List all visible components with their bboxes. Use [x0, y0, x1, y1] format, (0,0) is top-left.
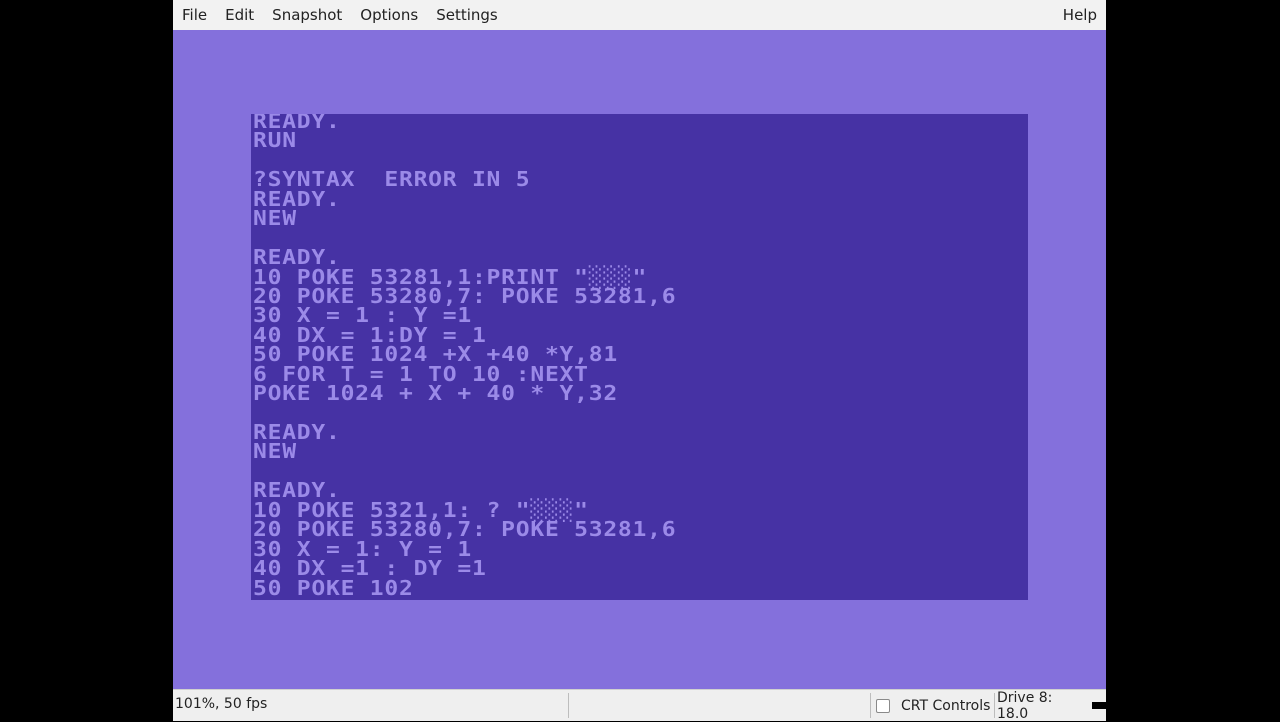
drive-led-icon [1092, 702, 1106, 709]
menubar: File Edit Snapshot Options Settings Help [173, 0, 1106, 30]
screen-line: READY. [253, 421, 341, 445]
statusbar: 101%, 50 fps CRT Controls Drive 8: 18.0 [173, 689, 1106, 722]
screen-line: 30 X = 1: Y = 1 [253, 538, 472, 561]
menu-snapshot[interactable]: Snapshot [263, 0, 351, 30]
c64-screen[interactable]: READY. RUN ?SYNTAX ERROR IN 5 READY. NEW READ… [251, 114, 1028, 600]
screen-line [253, 231, 676, 248]
screen-line: NEW [253, 207, 297, 231]
crt-controls-label: CRT Controls [901, 697, 991, 714]
screen-line: 10 POKE 53281,1:PRINT "░░░" [253, 265, 648, 289]
screen-line: 20 POKE 53280,7: POKE 53281,6 [253, 518, 677, 542]
menu-help[interactable]: Help [1054, 0, 1106, 30]
status-divider [568, 693, 569, 718]
menu-options[interactable]: Options [351, 0, 427, 30]
screen-line: 30 X = 1 : Y =1 [253, 304, 472, 328]
emulator-window: File Edit Snapshot Options Settings Help… [173, 0, 1106, 722]
menu-file[interactable]: File [173, 0, 216, 30]
screen-line: POKE 1024 + X + 40 * Y,32 [253, 382, 618, 406]
screen-line: 6 FOR T = 1 TO 10 :NEXT [253, 363, 589, 387]
status-divider [994, 693, 995, 718]
screen-line: ?SYNTAX ERROR IN 5 [253, 168, 531, 192]
crt-controls-checkbox[interactable] [876, 698, 890, 713]
screen-line: 10 POKE 5321,1: ? "░░░" [253, 499, 589, 523]
drive-status: Drive 8: 18.0 [997, 689, 1106, 722]
screen-line: READY. [253, 246, 341, 270]
menu-edit[interactable]: Edit [216, 0, 263, 30]
screen-line: RUN [253, 129, 297, 153]
c64-screen-border[interactable]: READY. RUN ?SYNTAX ERROR IN 5 READY. NEW READ… [173, 30, 1106, 689]
menu-settings[interactable]: Settings [427, 0, 507, 30]
screen-line [253, 464, 676, 481]
zoom-fps-status: 101%, 50 fps [175, 696, 268, 712]
screen-line: READY. [253, 114, 341, 134]
screen-line: 20 POKE 53280,7: POKE 53281,6 [253, 285, 677, 309]
screen-line: 40 DX = 1:DY = 1 [253, 324, 487, 348]
screen-line: 50 POKE 102 [253, 576, 414, 600]
screen-line: READY. [253, 188, 341, 212]
crt-controls-toggle[interactable]: CRT Controls [876, 690, 990, 721]
drive-status-label: Drive 8: 18.0 [997, 689, 1053, 722]
screen-line: 50 POKE 1024 +X +40 *Y,81 [253, 343, 618, 367]
screen-line [253, 406, 676, 423]
screen-line: 40 DX =1 : DY =1 [253, 557, 487, 581]
screen-line: READY. [253, 479, 341, 503]
c64-text-area: READY. RUN ?SYNTAX ERROR IN 5 READY. NEW READ… [253, 114, 676, 600]
screen-line [253, 153, 676, 170]
screen-line: NEW [253, 440, 297, 464]
status-divider [870, 693, 871, 718]
